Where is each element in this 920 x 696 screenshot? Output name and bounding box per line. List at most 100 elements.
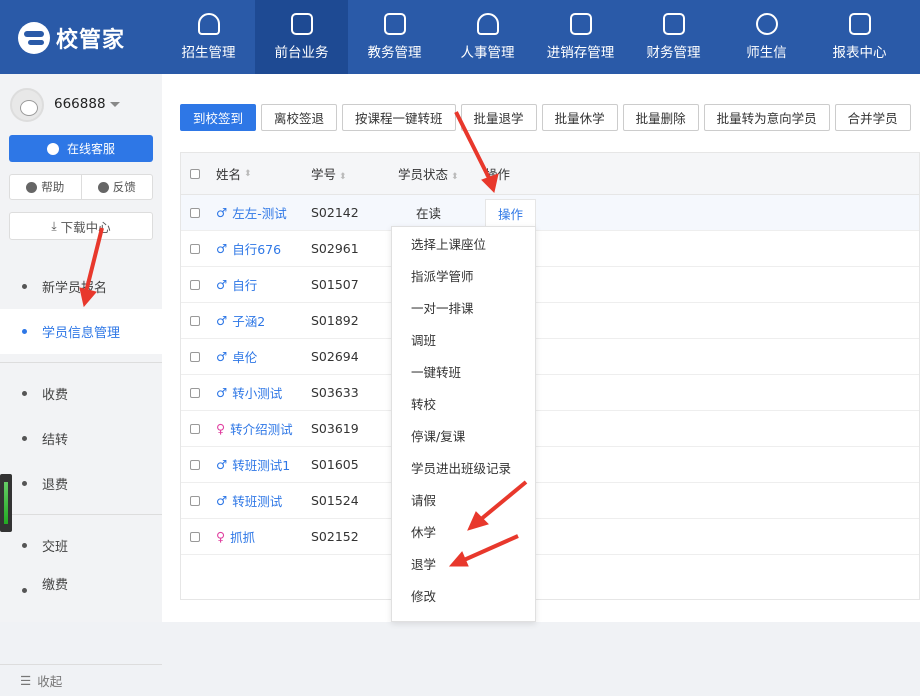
sidebar-item-label: 收费 [42, 388, 69, 403]
header-status[interactable]: 学员状态 ⬍ [398, 164, 485, 183]
online-service-button[interactable]: 在线客服 [9, 135, 153, 162]
nav-item-label: 进销存管理 [546, 45, 615, 61]
student-name-link[interactable]: ♀ 转介绍测试 [216, 419, 311, 438]
table-row[interactable]: ♂ 转班测试1 S01605 [181, 447, 919, 483]
toolbar-button-0[interactable]: 到校签到 [180, 104, 257, 131]
table-row[interactable]: ♀ 转介绍测试 S03619 [181, 411, 919, 447]
toolbar-button-7[interactable]: 合并学员 [834, 104, 911, 131]
student-name-link[interactable]: ♂ 子涵2 [216, 311, 311, 330]
sidebar-item-payment[interactable]: 缴费 [0, 568, 162, 598]
dropdown-item[interactable]: 请假 [392, 483, 535, 515]
student-name-link[interactable]: ♂ 卓伦 [216, 347, 311, 366]
dropdown-item[interactable]: 转校 [392, 387, 535, 419]
sidebar-item-handover[interactable]: 交班 [0, 523, 162, 568]
student-name-link[interactable]: ♂ 自行 [216, 275, 311, 294]
row-checkbox[interactable] [190, 387, 200, 398]
toolbar-button-5[interactable]: 批量删除 [622, 104, 699, 131]
inventory-icon [569, 13, 592, 35]
female-icon: ♀ [216, 529, 226, 544]
username-dropdown[interactable]: 666888 [54, 96, 120, 112]
male-icon: ♂ [216, 313, 228, 328]
student-name: 抓抓 [230, 530, 256, 545]
online-service-label: 在线客服 [66, 142, 115, 156]
menu-collapse-icon: ☰ [20, 673, 32, 688]
toolbar-button-6[interactable]: 批量转为意向学员 [703, 104, 830, 131]
avatar[interactable] [10, 88, 44, 122]
row-checkbox[interactable] [190, 207, 200, 218]
table-row[interactable]: ♂ 转班测试 S01524 [181, 483, 919, 519]
divider [0, 362, 162, 363]
nav-item-3[interactable]: 人事管理 [441, 0, 534, 74]
operation-cell: 操作 [485, 198, 545, 227]
dropdown-item[interactable]: 停课/复课 [392, 419, 535, 451]
row-checkbox[interactable] [190, 243, 200, 254]
row-checkbox[interactable] [190, 351, 200, 362]
student-id: S03619 [311, 421, 359, 436]
dropdown-item[interactable]: 退学 [392, 547, 535, 579]
sidebar-item-label: 结转 [42, 433, 69, 448]
dropdown-item[interactable]: 学员进出班级记录 [392, 451, 535, 483]
operation-link[interactable]: 操作 [485, 198, 537, 227]
nav-item-6[interactable]: 师生信 [720, 0, 813, 74]
header-id[interactable]: 学号 ⬍ [311, 164, 398, 183]
student-name-link[interactable]: ♂ 左左-测试 [216, 203, 311, 222]
collapse-sidebar-button[interactable]: ☰ 收起 [0, 664, 162, 696]
header-name[interactable]: 姓名 ⬍ [216, 164, 311, 183]
finance-icon [662, 13, 685, 35]
toolbar-button-3[interactable]: 批量退学 [460, 104, 537, 131]
table-row[interactable]: ♀ 抓抓 S02152 [181, 519, 919, 555]
sidebar-item-new-enroll[interactable]: 新学员报名 [0, 264, 162, 309]
dropdown-item[interactable]: 休学 [392, 515, 535, 547]
row-checkbox[interactable] [190, 315, 200, 326]
person-add-icon [197, 13, 220, 35]
dropdown-item[interactable]: 一对一排课 [392, 291, 535, 323]
student-name-link[interactable]: ♂ 转班测试 [216, 491, 311, 510]
nav-item-4[interactable]: 进销存管理 [534, 0, 627, 74]
row-checkbox[interactable] [190, 459, 200, 470]
dropdown-item[interactable]: 调班 [392, 323, 535, 355]
table-row[interactable]: ♂ 自行676 S02961 [181, 231, 919, 267]
table-row[interactable]: ♂ 卓伦 S02694 [181, 339, 919, 375]
nav-item-2[interactable]: 教务管理 [348, 0, 441, 74]
main-nav: 招生管理 前台业务 教务管理 人事管理 进销存管理 财务管理 师生信 报表中心 [162, 0, 906, 74]
feedback-button[interactable]: 反馈 [82, 175, 153, 199]
table-row[interactable]: ♂ 转小测试 S03633 [181, 375, 919, 411]
nav-item-1[interactable]: 前台业务 [255, 0, 348, 74]
nav-item-5[interactable]: 财务管理 [627, 0, 720, 74]
nav-item-label: 前台业务 [274, 45, 329, 61]
dropdown-item[interactable]: 选择上课座位 [392, 227, 535, 259]
dropdown-item[interactable]: 一键转班 [392, 355, 535, 387]
divider [0, 514, 162, 515]
feedback-label: 反馈 [112, 180, 136, 194]
toolbar-button-2[interactable]: 按课程一键转班 [342, 104, 456, 131]
dropdown-item[interactable]: 修改 [392, 579, 535, 611]
table-row[interactable]: ♂ 自行 S01507 [181, 267, 919, 303]
sidebar-item-carryover[interactable]: 结转 [0, 416, 162, 461]
select-all-checkbox[interactable] [190, 168, 200, 179]
row-checkbox[interactable] [190, 279, 200, 290]
download-center-button[interactable]: ⤓ 下载中心 [9, 212, 153, 240]
dropdown-item[interactable]: 指派学管师 [392, 259, 535, 291]
toolbar-button-4[interactable]: 批量休学 [541, 104, 618, 131]
student-name-link[interactable]: ♂ 转班测试1 [216, 455, 311, 474]
row-checkbox[interactable] [190, 423, 200, 434]
table-row[interactable]: ♂ 左左-测试 S02142 在读 操作 [181, 195, 919, 231]
row-checkbox[interactable] [190, 495, 200, 506]
toolbar-button-1[interactable]: 离校签退 [261, 104, 338, 131]
table-row[interactable]: ♂ 子涵2 S01892 [181, 303, 919, 339]
sidebar-item-student-info[interactable]: 学员信息管理 [0, 309, 162, 354]
student-name-link[interactable]: ♀ 抓抓 [216, 527, 311, 546]
feedback-icon [97, 181, 109, 193]
nav-item-7[interactable]: 报表中心 [813, 0, 906, 74]
app-logo[interactable]: 校管家 [18, 20, 125, 56]
student-name-link[interactable]: ♂ 转小测试 [216, 383, 311, 402]
volume-meter-widget[interactable] [0, 474, 12, 532]
student-status: 在读 [416, 206, 442, 221]
help-button[interactable]: 帮助 [10, 175, 82, 199]
nav-item-0[interactable]: 招生管理 [162, 0, 255, 74]
sidebar-item-charge[interactable]: 收费 [0, 371, 162, 416]
help-feedback-row: 帮助 反馈 [9, 174, 153, 200]
row-checkbox[interactable] [190, 531, 200, 542]
student-name-link[interactable]: ♂ 自行676 [216, 239, 311, 258]
sidebar-item-refund[interactable]: 退费 [0, 461, 162, 506]
